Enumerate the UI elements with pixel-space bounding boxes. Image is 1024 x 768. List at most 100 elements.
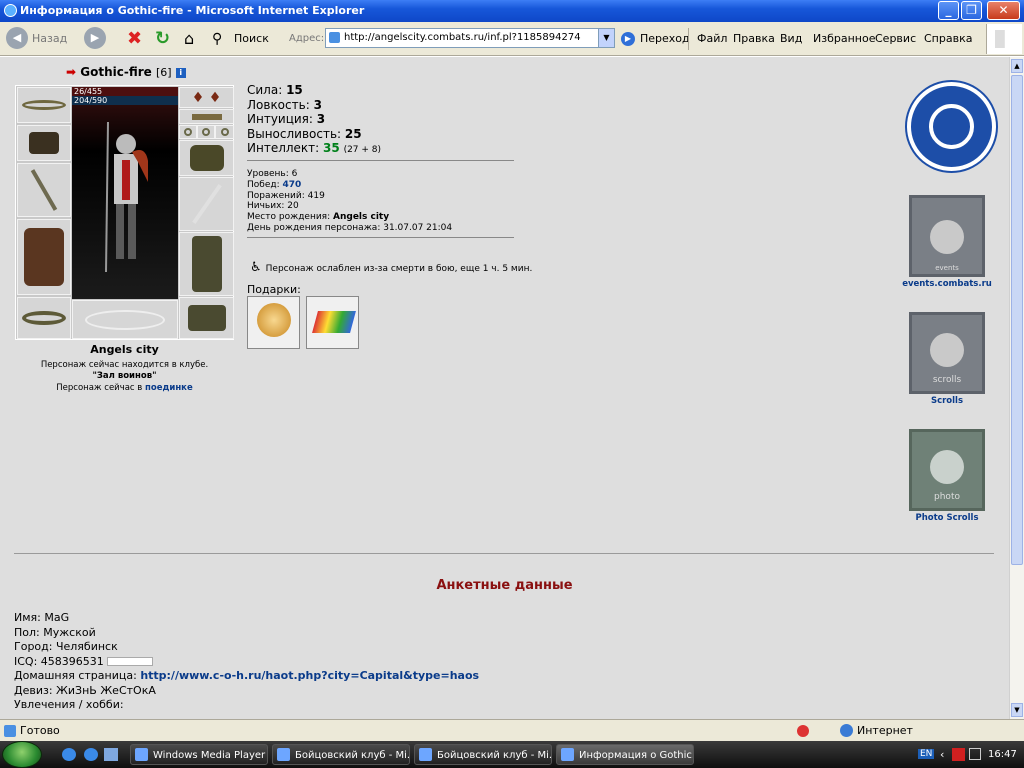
slot-earrings[interactable]: ♦ ♦ bbox=[179, 87, 234, 108]
knight-image bbox=[105, 122, 148, 272]
birthplace-line: Место рождения: Angels city bbox=[247, 212, 390, 223]
address-label: Адрес: bbox=[289, 33, 325, 44]
slot-amulet[interactable] bbox=[179, 109, 234, 124]
slot-armor[interactable] bbox=[17, 219, 71, 295]
section-divider bbox=[14, 553, 994, 554]
menu-view[interactable]: Вид bbox=[780, 28, 802, 50]
slot-ring-1[interactable] bbox=[179, 125, 197, 139]
page-icon bbox=[329, 32, 340, 43]
windows-logo bbox=[986, 24, 1022, 54]
hp-bar: 26/455 bbox=[72, 87, 178, 96]
minimize-button[interactable]: _ bbox=[938, 1, 959, 20]
character-name: Gothic-fire bbox=[80, 65, 152, 79]
chevron-left-icon[interactable]: ‹ bbox=[940, 748, 944, 761]
slot-offhand[interactable] bbox=[179, 177, 234, 231]
menu-help[interactable]: Справка bbox=[924, 28, 972, 50]
slot-bracer[interactable] bbox=[17, 125, 71, 161]
scroll-down-icon[interactable]: ▼ bbox=[1011, 703, 1023, 717]
divider bbox=[247, 237, 514, 238]
status-bar: Готово Интернет bbox=[0, 719, 1024, 741]
go-icon[interactable]: ▶ bbox=[621, 32, 635, 46]
profile-name: Имя: MaG bbox=[14, 611, 70, 624]
scorpion-icon bbox=[907, 82, 996, 171]
taskbar-item-info[interactable]: Информация о Gothic... bbox=[556, 744, 694, 765]
address-url: http://angelscity.combats.ru/inf.pl?1185… bbox=[344, 32, 581, 43]
volume-icon[interactable] bbox=[969, 748, 981, 760]
slot-legs[interactable] bbox=[179, 232, 234, 296]
language-indicator[interactable]: EN bbox=[918, 749, 935, 759]
chevron-down-icon[interactable]: ▼ bbox=[598, 29, 614, 47]
browser-toolbar: ◀ Назад ▶ ✖ ↻ ⌂ ⚲ Поиск Адрес: http://an… bbox=[0, 22, 1024, 56]
info-icon[interactable]: i bbox=[175, 67, 186, 78]
slot-ring-3[interactable] bbox=[215, 125, 234, 139]
desktop-quicklaunch-icon[interactable] bbox=[104, 748, 118, 761]
clan-emblem[interactable] bbox=[907, 82, 996, 171]
vertical-scrollbar[interactable]: ▲ ▼ bbox=[1009, 57, 1024, 719]
antivirus-icon[interactable] bbox=[952, 748, 965, 761]
profile-sex: Пол: Мужской bbox=[14, 625, 96, 639]
slot-helmet[interactable] bbox=[17, 87, 71, 123]
stat-intellect: Интеллект: 35 (27 + 8) bbox=[247, 141, 382, 156]
profile-icq: ICQ: 458396531 bbox=[14, 655, 479, 670]
events-link[interactable]: events events.combats.ru bbox=[897, 195, 997, 289]
slot-ring-2[interactable] bbox=[197, 125, 215, 139]
menu-favorites[interactable]: Избранное bbox=[813, 28, 875, 50]
stop-icon[interactable]: ✖ bbox=[127, 28, 142, 50]
back-button[interactable]: Назад bbox=[32, 28, 67, 50]
taskbar-item-club-1[interactable]: Бойцовский клуб - Mi... bbox=[272, 744, 410, 765]
profile-motto: Девиз: ЖиЗнЬ ЖеСтОкА bbox=[14, 683, 156, 697]
clock: 16:47 bbox=[988, 749, 1017, 760]
character-stats: Сила: 15 Ловкость: 3 Интуиция: 3 Выносли… bbox=[247, 83, 381, 158]
refresh-icon[interactable]: ↻ bbox=[155, 28, 170, 50]
page-icon bbox=[4, 725, 16, 737]
menu-file[interactable]: Файл bbox=[697, 28, 727, 50]
photo-scrolls-link[interactable]: photo Photo Scrolls bbox=[897, 429, 997, 523]
gift-colors[interactable] bbox=[306, 296, 359, 349]
forward-icon[interactable]: ▶ bbox=[84, 27, 106, 49]
back-icon[interactable]: ◀ bbox=[6, 27, 28, 49]
events-label: events.combats.ru bbox=[902, 279, 992, 289]
room-name: "Зал воинов" bbox=[92, 371, 157, 381]
window-title: Информация о Gothic-fire - Microsoft Int… bbox=[20, 4, 365, 17]
scrolls-banner: scrolls bbox=[909, 312, 985, 394]
start-button[interactable] bbox=[2, 741, 42, 768]
stat-intuition: Интуиция: 3 bbox=[247, 112, 326, 127]
slot-gloves[interactable] bbox=[179, 140, 234, 176]
taskbar-item-club-2[interactable]: Бойцовский клуб - Mi... bbox=[414, 744, 552, 765]
profile-hobbies: Увлечения / хобби: bbox=[14, 698, 124, 711]
menu-edit[interactable]: Правка bbox=[733, 28, 775, 50]
mp-bar: 204/590 bbox=[72, 96, 178, 105]
popup-blocked-icon bbox=[797, 725, 809, 737]
stat-agility: Ловкость: 3 bbox=[247, 97, 322, 112]
profile-homepage: Домашняя страница: http://www.c-o-h.ru/h… bbox=[14, 669, 480, 682]
go-button[interactable]: Переход bbox=[640, 28, 690, 50]
scrolls-link[interactable]: scrolls Scrolls bbox=[897, 312, 997, 406]
slot-weapon[interactable] bbox=[17, 163, 71, 217]
slot-belt[interactable] bbox=[17, 297, 71, 339]
address-bar[interactable]: http://angelscity.combats.ru/inf.pl?1185… bbox=[325, 28, 615, 48]
gift-medal[interactable] bbox=[247, 296, 300, 349]
injury-icon: ♿ bbox=[250, 260, 262, 275]
menu-tools[interactable]: Сервис bbox=[875, 28, 916, 50]
search-button[interactable]: Поиск bbox=[234, 28, 269, 50]
duel-link[interactable]: поединке bbox=[145, 383, 193, 393]
scroll-thumb[interactable] bbox=[1011, 75, 1023, 565]
character-header: ➡ Gothic-fire [6] i bbox=[66, 65, 186, 79]
homepage-link[interactable]: http://www.c-o-h.ru/haot.php?city=Capita… bbox=[140, 669, 479, 682]
club-location: Персонаж сейчас находится в клубе. bbox=[40, 360, 209, 370]
birthday-line: День рождения персонажа: 31.07.07 21:04 bbox=[247, 222, 453, 233]
slot-boots[interactable] bbox=[179, 297, 234, 339]
mediaplayer-quicklaunch-icon[interactable] bbox=[84, 748, 98, 761]
search-icon[interactable]: ⚲ bbox=[212, 28, 222, 50]
status-text: Готово bbox=[20, 724, 60, 737]
close-button[interactable]: ✕ bbox=[987, 1, 1020, 20]
page-content: ➡ Gothic-fire [6] i 26/455 204/590 ♦ ♦ С… bbox=[0, 57, 1009, 719]
taskbar-item-media-player[interactable]: Windows Media Player bbox=[130, 744, 268, 765]
divider bbox=[247, 160, 514, 161]
scroll-up-icon[interactable]: ▲ bbox=[1011, 59, 1023, 73]
home-icon[interactable]: ⌂ bbox=[184, 28, 194, 50]
wins-line: Побед: 470 bbox=[247, 179, 302, 190]
icq-status-box bbox=[107, 657, 154, 666]
maximize-button[interactable]: ❐ bbox=[961, 1, 982, 20]
ie-quicklaunch-icon[interactable] bbox=[62, 748, 76, 761]
